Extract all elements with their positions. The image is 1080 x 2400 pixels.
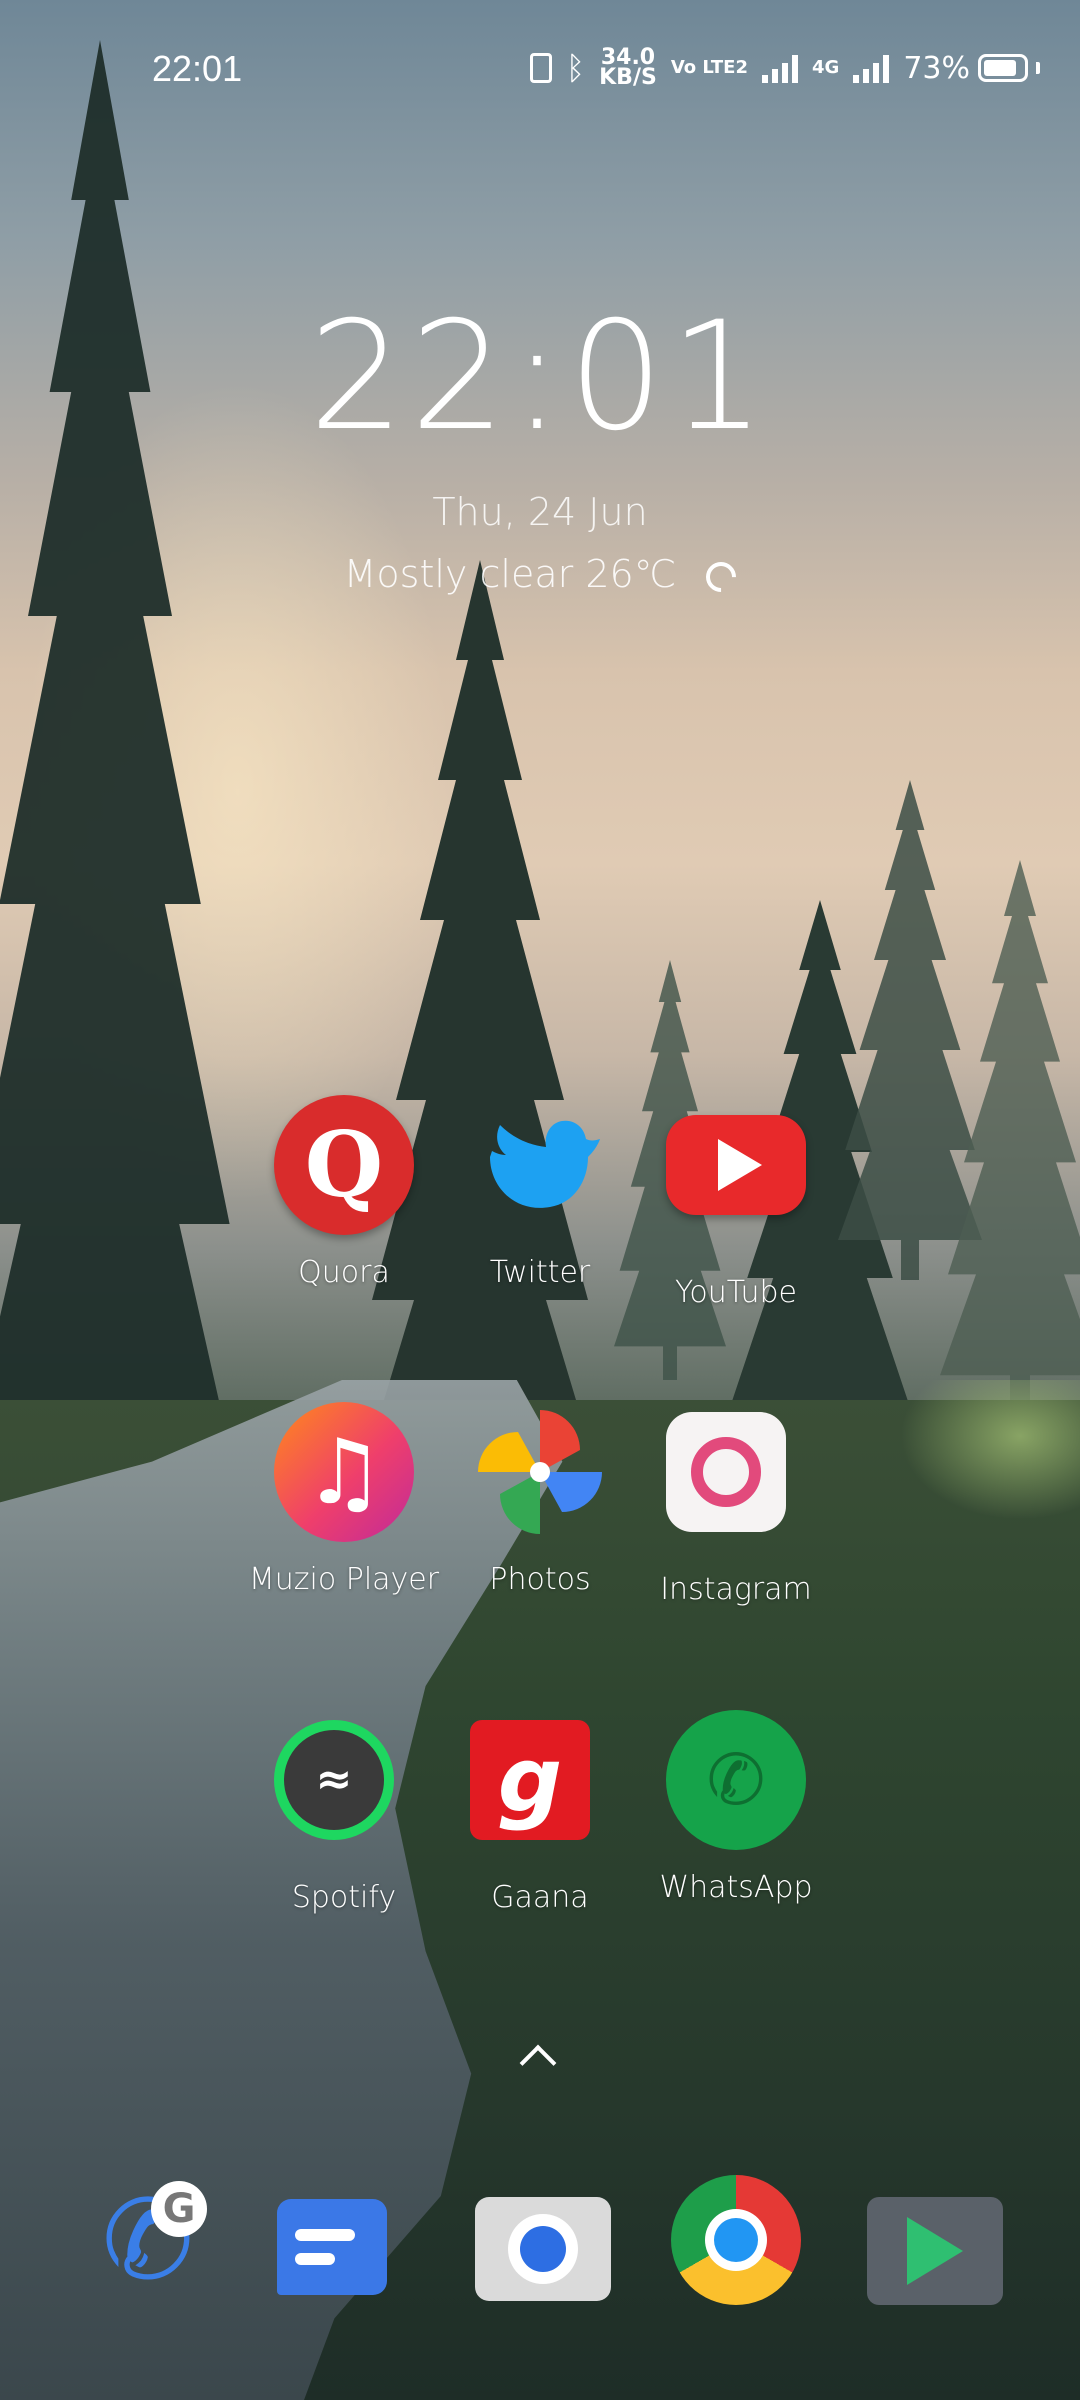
spotify-icon: ≈	[274, 1720, 414, 1860]
vibrate-icon	[529, 53, 552, 83]
clock-widget-date[interactable]: Thu, 24 Jun	[0, 490, 1080, 534]
app-gaana[interactable]: g Gaana	[440, 1710, 640, 1915]
app-label: WhatsApp	[659, 1870, 813, 1905]
dock-play-store[interactable]	[832, 2175, 1032, 2327]
clock-widget-time[interactable]: 22:01	[0, 290, 1080, 464]
app-whatsapp[interactable]: ✆ WhatsApp	[636, 1710, 836, 1905]
app-youtube[interactable]: YouTube	[636, 1095, 836, 1310]
app-label: Quora	[298, 1255, 390, 1290]
dock-camera[interactable]	[440, 2175, 640, 2327]
app-label: Muzio Player	[248, 1562, 440, 1597]
camera-icon	[475, 2197, 611, 2327]
chrome-icon	[671, 2175, 801, 2305]
battery-percent: 73%	[903, 50, 970, 86]
app-label: Spotify	[291, 1880, 397, 1915]
weather-text: Mostly clear 26℃	[343, 552, 677, 596]
music-note-icon: ♫	[274, 1402, 414, 1542]
volte-icon: Vo LTE2	[670, 57, 748, 78]
app-spotify[interactable]: ≈ Spotify	[244, 1710, 444, 1915]
app-label: YouTube	[675, 1275, 797, 1310]
app-muzio-player[interactable]: ♫ Muzio Player	[244, 1402, 444, 1597]
network-type-label: 4G	[812, 57, 840, 78]
youtube-icon	[666, 1115, 806, 1255]
play-store-icon	[867, 2197, 1003, 2327]
app-label: Gaana	[491, 1880, 589, 1915]
refresh-icon[interactable]	[700, 555, 743, 598]
dock-phone[interactable]: ✆ G	[48, 2175, 248, 2305]
app-photos[interactable]: Photos	[440, 1402, 640, 1597]
app-label: Twitter	[489, 1255, 591, 1290]
whatsapp-icon: ✆	[666, 1710, 806, 1850]
dock-chrome[interactable]	[636, 2175, 836, 2305]
signal-icon-sim2	[853, 53, 890, 83]
battery-indicator: 73%	[903, 51, 1040, 86]
quora-icon: Q	[274, 1095, 414, 1235]
signal-icon	[762, 53, 798, 83]
status-time: 22:01	[152, 48, 243, 89]
phone-icon: ✆ G	[83, 2175, 213, 2305]
status-bar: 22:01 ᛒ 34.0 KB/S Vo LTE2 4G 73%	[0, 0, 1080, 140]
app-instagram[interactable]: Instagram	[636, 1402, 836, 1607]
gaana-icon: g	[470, 1720, 610, 1860]
messages-icon	[277, 2199, 407, 2329]
twitter-icon	[470, 1095, 610, 1235]
dock-messages[interactable]	[242, 2175, 442, 2329]
app-twitter[interactable]: Twitter	[440, 1095, 640, 1290]
status-icons: ᛒ 34.0 KB/S Vo LTE2 4G 73%	[529, 47, 1040, 90]
google-badge-icon: G	[151, 2181, 207, 2237]
pinwheel-icon	[470, 1402, 610, 1542]
app-label: Photos	[489, 1562, 591, 1597]
network-speed: 34.0 KB/S	[599, 47, 657, 90]
app-quora[interactable]: Q Quora	[244, 1095, 444, 1290]
weather-widget[interactable]: Mostly clear 26℃	[0, 552, 1080, 598]
app-label: Instagram	[660, 1572, 812, 1607]
bluetooth-icon: ᛒ	[565, 49, 586, 87]
instagram-icon	[666, 1412, 806, 1552]
battery-icon	[978, 54, 1028, 82]
network-speed-unit: KB/S	[599, 65, 657, 90]
wallpaper-sunlit-grass	[900, 1380, 1080, 1520]
